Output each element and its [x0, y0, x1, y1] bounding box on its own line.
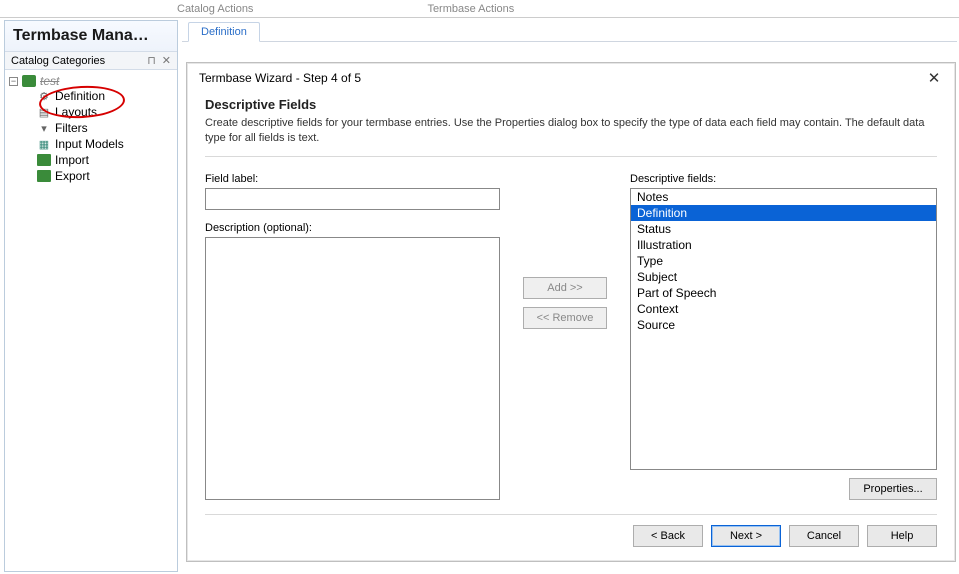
- export-icon: [37, 170, 51, 182]
- filter-icon: [37, 122, 51, 134]
- list-item[interactable]: Subject: [631, 269, 936, 285]
- form-left: Field label: Description (optional):: [205, 173, 500, 500]
- dialog-titlebar: Termbase Wizard - Step 4 of 5 ✕: [187, 63, 955, 93]
- list-item[interactable]: Type: [631, 253, 936, 269]
- divider-bottom: [205, 514, 937, 515]
- back-button[interactable]: < Back: [633, 525, 703, 547]
- list-item[interactable]: Status: [631, 221, 936, 237]
- dialog-footer: < Back Next > Cancel Help: [187, 525, 955, 561]
- tree-item-layouts[interactable]: Layouts: [37, 104, 173, 120]
- dialog-description: Create descriptive fields for your termb…: [205, 116, 937, 146]
- add-button[interactable]: Add >>: [523, 277, 607, 299]
- dialog-body: Descriptive Fields Create descriptive fi…: [187, 93, 955, 525]
- catalog-tree: − test Definition Layouts Filters Input …: [5, 70, 177, 188]
- description-textarea[interactable]: [205, 237, 500, 500]
- list-item[interactable]: Illustration: [631, 237, 936, 253]
- tab-definition[interactable]: Definition: [188, 22, 260, 42]
- tree-item-export[interactable]: Export: [37, 168, 173, 184]
- help-button[interactable]: Help: [867, 525, 937, 547]
- properties-button[interactable]: Properties...: [849, 478, 937, 500]
- list-item[interactable]: Context: [631, 301, 936, 317]
- description-caption: Description (optional):: [205, 222, 500, 234]
- left-panel: Termbase Mana… Catalog Categories ⊓ ✕ − …: [4, 20, 178, 572]
- tree-item-label: Export: [55, 169, 90, 183]
- top-toolbar: Catalog Actions Termbase Actions: [0, 0, 959, 18]
- tree-root[interactable]: − test: [9, 74, 173, 88]
- list-item[interactable]: Source: [631, 317, 936, 333]
- panel-title: Termbase Mana…: [5, 21, 177, 52]
- catalog-categories-header: Catalog Categories ⊓ ✕: [5, 52, 177, 70]
- database-icon: [22, 75, 36, 87]
- right-area: Definition Termbase Wizard - Step 4 of 5…: [182, 20, 957, 572]
- form-right: Descriptive fields: NotesDefinitionStatu…: [630, 173, 937, 500]
- tree-item-label: Input Models: [55, 137, 124, 151]
- tree-item-label: Definition: [55, 89, 105, 103]
- tree-children: Definition Layouts Filters Input Models …: [37, 88, 173, 184]
- close-icon[interactable]: ✕: [923, 68, 945, 88]
- termbase-actions-label[interactable]: Termbase Actions: [415, 3, 526, 15]
- tree-item-definition[interactable]: Definition: [37, 88, 173, 104]
- tree-item-label: Import: [55, 153, 89, 167]
- field-label-input[interactable]: [205, 188, 500, 210]
- form-mid: Add >> << Remove: [520, 173, 610, 500]
- catalog-categories-label: Catalog Categories: [11, 55, 105, 67]
- termbase-wizard-dialog: Termbase Wizard - Step 4 of 5 ✕ Descript…: [186, 62, 956, 562]
- tabstrip: Definition: [182, 20, 957, 42]
- tree-item-import[interactable]: Import: [37, 152, 173, 168]
- collapse-icon[interactable]: −: [9, 77, 18, 86]
- tree-item-label: Filters: [55, 121, 88, 135]
- tree-item-input-models[interactable]: Input Models: [37, 136, 173, 152]
- divider: [205, 156, 937, 157]
- list-item[interactable]: Part of Speech: [631, 285, 936, 301]
- models-icon: [37, 138, 51, 150]
- list-item[interactable]: Notes: [631, 189, 936, 205]
- pin-icon[interactable]: ⊓: [147, 54, 156, 67]
- remove-button[interactable]: << Remove: [523, 307, 607, 329]
- list-item[interactable]: Definition: [631, 205, 936, 221]
- cancel-button[interactable]: Cancel: [789, 525, 859, 547]
- dialog-title: Termbase Wizard - Step 4 of 5: [199, 71, 361, 85]
- tree-item-filters[interactable]: Filters: [37, 120, 173, 136]
- next-button[interactable]: Next >: [711, 525, 781, 547]
- tree-item-label: Layouts: [55, 105, 97, 119]
- descriptive-fields-caption: Descriptive fields:: [630, 173, 937, 185]
- close-panel-icon[interactable]: ✕: [162, 54, 171, 67]
- layout-icon: [37, 106, 51, 118]
- catalog-actions-label[interactable]: Catalog Actions: [165, 3, 265, 15]
- gear-icon: [37, 90, 51, 102]
- dialog-heading: Descriptive Fields: [205, 97, 937, 112]
- tree-root-label: test: [40, 74, 59, 88]
- import-icon: [37, 154, 51, 166]
- descriptive-fields-listbox[interactable]: NotesDefinitionStatusIllustrationTypeSub…: [630, 188, 937, 470]
- field-label-caption: Field label:: [205, 173, 500, 185]
- form-row: Field label: Description (optional): Add…: [205, 173, 937, 500]
